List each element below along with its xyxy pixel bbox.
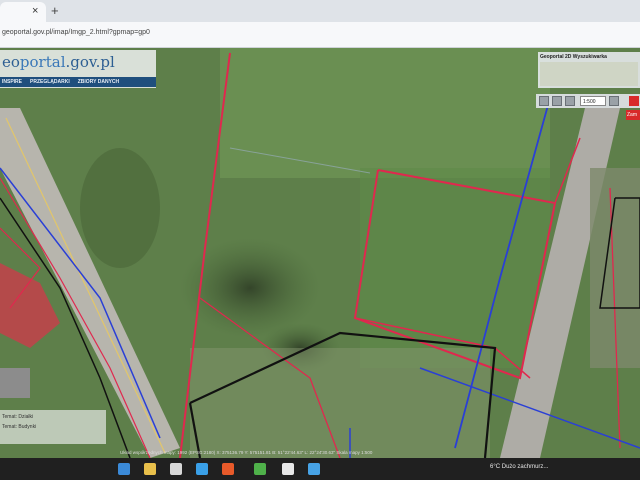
zoom-icon[interactable] bbox=[609, 96, 619, 106]
overview-panel: Geoportal 2D Wyszukiwarka bbox=[538, 52, 640, 88]
tab-close-icon[interactable]: × bbox=[32, 5, 38, 17]
browser-tab-bar: × + bbox=[0, 0, 640, 22]
shrub-area bbox=[80, 148, 160, 268]
bare-ground bbox=[190, 348, 490, 458]
weather-widget[interactable]: 6°C Dużo zachmurz... bbox=[490, 464, 548, 470]
scale-select[interactable]: 1:500 bbox=[580, 96, 606, 106]
geoportal-logo-panel: eoportal.gov.pl INSPIRE PRZEGLĄDARKI ZBI… bbox=[0, 50, 156, 88]
address-bar[interactable]: geoportal.gov.pl/imap/Imgp_2.html?gpmap=… bbox=[0, 22, 640, 48]
store-icon[interactable] bbox=[170, 463, 182, 475]
map-toolbar: 1:500 bbox=[536, 94, 640, 108]
field-area bbox=[220, 48, 550, 178]
windows-taskbar: 6°C Dużo zachmurz... bbox=[0, 458, 640, 480]
legend-row[interactable]: Temat: Działki bbox=[2, 414, 33, 420]
firefox-icon[interactable] bbox=[222, 463, 234, 475]
app-icon-2[interactable] bbox=[308, 463, 320, 475]
file-explorer-icon[interactable] bbox=[144, 463, 156, 475]
close-icon[interactable] bbox=[629, 96, 639, 106]
layer-legend: Temat: Działki Temat: Budynki bbox=[0, 410, 106, 444]
edge-icon[interactable] bbox=[196, 463, 208, 475]
coordinate-readout: Układ współrzędnych mapy: 1992 (EPSG:218… bbox=[120, 450, 373, 455]
nav-item-datasets[interactable]: ZBIORY DANYCH bbox=[78, 77, 119, 87]
browser-tab[interactable]: × bbox=[0, 2, 46, 22]
legend-row[interactable]: Temat: Budynki bbox=[2, 424, 36, 430]
satellite-map[interactable] bbox=[0, 48, 640, 458]
nav-item-inspire[interactable]: INSPIRE bbox=[2, 77, 22, 87]
geoportal-logo[interactable]: eoportal.gov.pl bbox=[2, 53, 115, 71]
building-grey bbox=[0, 368, 30, 398]
overview-title: Geoportal 2D Wyszukiwarka bbox=[540, 54, 607, 60]
map-viewport[interactable]: eoportal.gov.pl INSPIRE PRZEGLĄDARKI ZBI… bbox=[0, 48, 640, 458]
close-panel-tag[interactable]: Zam bbox=[626, 110, 640, 120]
start-icon[interactable] bbox=[118, 463, 130, 475]
geoportal-nav: INSPIRE PRZEGLĄDARKI ZBIORY DANYCH bbox=[0, 77, 156, 87]
new-tab-button[interactable]: + bbox=[51, 3, 59, 18]
url-text[interactable]: geoportal.gov.pl/imap/Imgp_2.html?gpmap=… bbox=[2, 29, 150, 36]
app-icon[interactable] bbox=[282, 463, 294, 475]
coordinate-statusbar: Układ współrzędnych mapy: 1992 (EPSG:218… bbox=[0, 448, 640, 458]
overview-minimap[interactable] bbox=[540, 62, 638, 86]
print-icon[interactable] bbox=[539, 96, 549, 106]
browser-active-icon[interactable] bbox=[254, 463, 266, 475]
layers-icon[interactable] bbox=[565, 96, 575, 106]
nav-item-browsers[interactable]: PRZEGLĄDARKI bbox=[30, 77, 70, 87]
save-icon[interactable] bbox=[552, 96, 562, 106]
